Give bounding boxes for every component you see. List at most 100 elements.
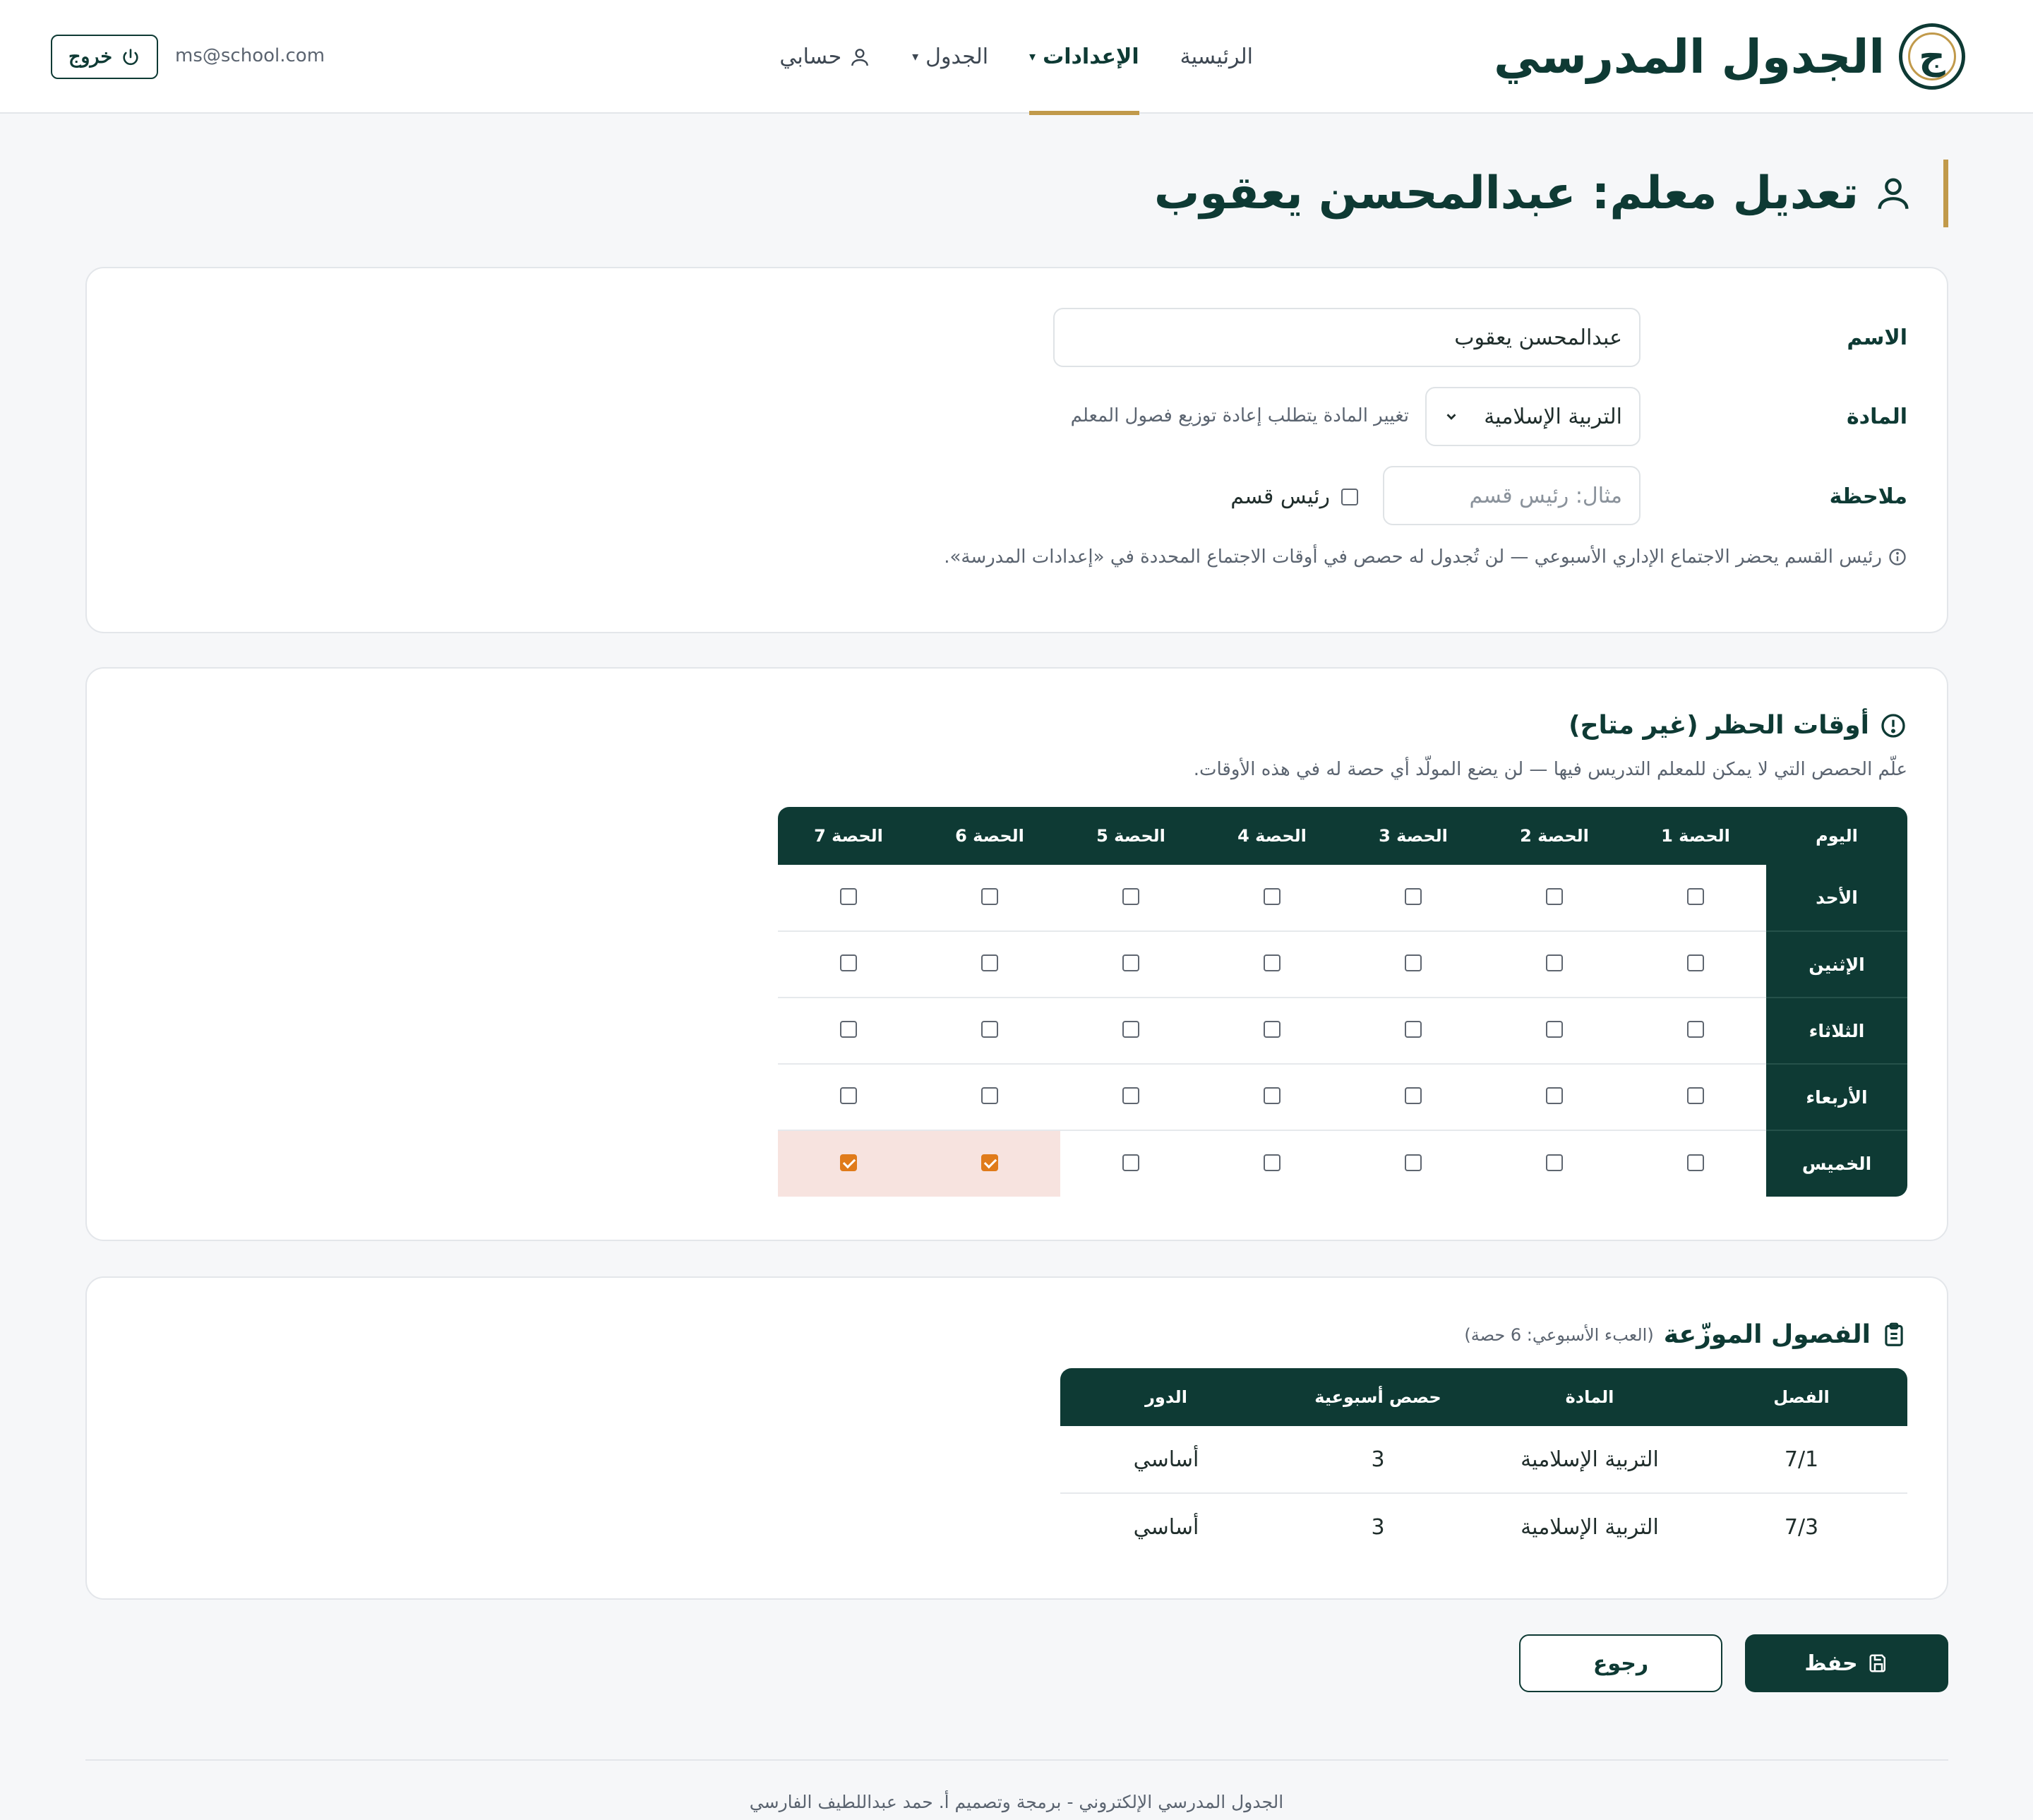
block-checkbox[interactable] bbox=[1122, 954, 1139, 971]
block-checkbox[interactable] bbox=[1687, 1087, 1704, 1104]
note-input[interactable]: مثال: رئيس قسم bbox=[1383, 466, 1641, 525]
assigned-classes-title: الفصول الموزّعة (العبء الأسبوعي: 6 حصة) bbox=[1464, 1320, 1907, 1349]
nav-account[interactable]: حسابي bbox=[779, 0, 871, 114]
block-checkbox[interactable] bbox=[1264, 954, 1281, 971]
grid-period-cell bbox=[1484, 865, 1625, 932]
name-input[interactable] bbox=[1053, 308, 1641, 367]
save-button[interactable]: حفظ bbox=[1745, 1634, 1948, 1692]
subject-select-value: التربية الإسلامية bbox=[1484, 404, 1622, 429]
nav-settings[interactable]: الإعدادات ▾ bbox=[1029, 0, 1139, 115]
block-checkbox[interactable] bbox=[1687, 887, 1704, 905]
grid-header-period: الحصة 3 bbox=[1343, 807, 1484, 865]
block-checkbox[interactable] bbox=[1122, 1154, 1139, 1171]
power-icon bbox=[123, 48, 138, 65]
grid-header-period: الحصة 1 bbox=[1625, 807, 1766, 865]
block-checkbox[interactable] bbox=[1405, 1087, 1422, 1104]
grid-period-cell bbox=[1343, 931, 1484, 998]
classes-header-class: الفصل bbox=[1696, 1368, 1907, 1426]
weekly-cell: 3 bbox=[1272, 1426, 1484, 1494]
blocked-times-grid-body: الأحد الإثنين الثلاثاء الأربعاء الخميس bbox=[778, 865, 1907, 1197]
grid-period-cell bbox=[1201, 931, 1343, 998]
block-checkbox[interactable] bbox=[840, 887, 857, 905]
nav-settings-label: الإعدادات bbox=[1043, 44, 1139, 69]
brand-logo: ج bbox=[1899, 23, 1965, 90]
block-checkbox[interactable] bbox=[981, 1154, 998, 1171]
block-checkbox[interactable] bbox=[1687, 1154, 1704, 1171]
block-checkbox[interactable] bbox=[1687, 1021, 1704, 1038]
block-checkbox[interactable] bbox=[1405, 1021, 1422, 1038]
user-icon bbox=[1878, 178, 1909, 209]
brand[interactable]: ج الجدول المدرسي bbox=[1494, 21, 1965, 92]
brand-logo-letter: ج bbox=[1919, 35, 1945, 78]
block-checkbox[interactable] bbox=[1405, 1154, 1422, 1171]
block-checkbox[interactable] bbox=[981, 887, 998, 905]
grid-period-cell bbox=[1625, 1064, 1766, 1131]
block-checkbox[interactable] bbox=[981, 1021, 998, 1038]
block-checkbox[interactable] bbox=[1546, 1154, 1563, 1171]
grid-period-cell bbox=[1201, 1064, 1343, 1131]
block-checkbox[interactable] bbox=[1546, 1021, 1563, 1038]
block-checkbox[interactable] bbox=[840, 1154, 857, 1171]
block-checkbox[interactable] bbox=[1405, 954, 1422, 971]
grid-period-cell bbox=[1060, 1130, 1201, 1197]
grid-period-cell bbox=[1484, 998, 1625, 1065]
block-checkbox[interactable] bbox=[1405, 887, 1422, 905]
block-checkbox[interactable] bbox=[840, 1021, 857, 1038]
grid-period-cell bbox=[1060, 1064, 1201, 1131]
grid-header-period: الحصة 4 bbox=[1201, 807, 1343, 865]
logout-button[interactable]: خروج bbox=[51, 35, 158, 79]
grid-period-cell bbox=[1343, 865, 1484, 932]
block-checkbox[interactable] bbox=[1122, 1021, 1139, 1038]
grid-period-cell bbox=[1625, 998, 1766, 1065]
grid-period-cell bbox=[1201, 998, 1343, 1065]
grid-header-day: اليوم bbox=[1766, 807, 1907, 865]
nav-schedule[interactable]: الجدول ▾ bbox=[912, 0, 988, 114]
block-checkbox[interactable] bbox=[1264, 1154, 1281, 1171]
save-icon bbox=[1869, 1654, 1885, 1672]
grid-period-cell bbox=[778, 931, 919, 998]
block-checkbox[interactable] bbox=[1264, 1021, 1281, 1038]
block-checkbox[interactable] bbox=[1264, 1087, 1281, 1104]
blocked-times-card: أوقات الحظر (غير متاح) علّم الحصص التي ل… bbox=[85, 667, 1948, 1241]
block-checkbox[interactable] bbox=[840, 1087, 857, 1104]
grid-day-cell: الأحد bbox=[1766, 865, 1907, 932]
block-checkbox[interactable] bbox=[1546, 887, 1563, 905]
block-checkbox[interactable] bbox=[981, 954, 998, 971]
assigned-classes-title-text: الفصول الموزّعة bbox=[1663, 1320, 1871, 1349]
nav-home[interactable]: الرئيسية bbox=[1180, 0, 1253, 114]
footer-divider bbox=[85, 1759, 1948, 1761]
grid-period-cell bbox=[919, 998, 1060, 1065]
back-button[interactable]: رجوع bbox=[1519, 1634, 1722, 1692]
grid-header-period: الحصة 6 bbox=[919, 807, 1060, 865]
block-checkbox[interactable] bbox=[1264, 887, 1281, 905]
block-checkbox[interactable] bbox=[1122, 887, 1139, 905]
block-checkbox[interactable] bbox=[1546, 954, 1563, 971]
note-label: ملاحظة bbox=[1829, 484, 1907, 509]
name-label: الاسم bbox=[1847, 325, 1907, 350]
block-checkbox[interactable] bbox=[1687, 954, 1704, 971]
head-checkbox-box[interactable] bbox=[1341, 488, 1358, 505]
head-of-department-checkbox[interactable]: رئيس قسم bbox=[1230, 484, 1358, 509]
footer-credit: الجدول المدرسي الإلكتروني - برمجة وتصميم… bbox=[749, 1792, 1284, 1812]
block-checkbox[interactable] bbox=[981, 1087, 998, 1104]
subject-cell: التربية الإسلامية bbox=[1521, 1514, 1659, 1540]
grid-period-cell bbox=[1484, 1064, 1625, 1131]
chevron-down-icon bbox=[1446, 414, 1456, 420]
user-email: ms@school.com bbox=[175, 45, 325, 66]
save-label: حفظ bbox=[1804, 1651, 1858, 1676]
classes-header-weekly: حصص أسبوعية bbox=[1272, 1368, 1484, 1426]
block-checkbox[interactable] bbox=[1546, 1087, 1563, 1104]
grid-period-cell bbox=[919, 1064, 1060, 1131]
grid-period-cell bbox=[1343, 1064, 1484, 1131]
block-checkbox[interactable] bbox=[840, 954, 857, 971]
grid-period-cell bbox=[919, 1130, 1060, 1197]
subject-select[interactable]: التربية الإسلامية bbox=[1425, 387, 1641, 446]
grid-period-cell bbox=[1201, 865, 1343, 932]
grid-row: الإثنين bbox=[778, 931, 1907, 998]
grid-period-cell bbox=[919, 865, 1060, 932]
block-checkbox[interactable] bbox=[1122, 1087, 1139, 1104]
nav-home-label: الرئيسية bbox=[1180, 44, 1253, 69]
grid-row: الخميس bbox=[778, 1130, 1907, 1197]
grid-day-cell: الإثنين bbox=[1766, 931, 1907, 998]
classes-header-subject: المادة bbox=[1484, 1368, 1696, 1426]
